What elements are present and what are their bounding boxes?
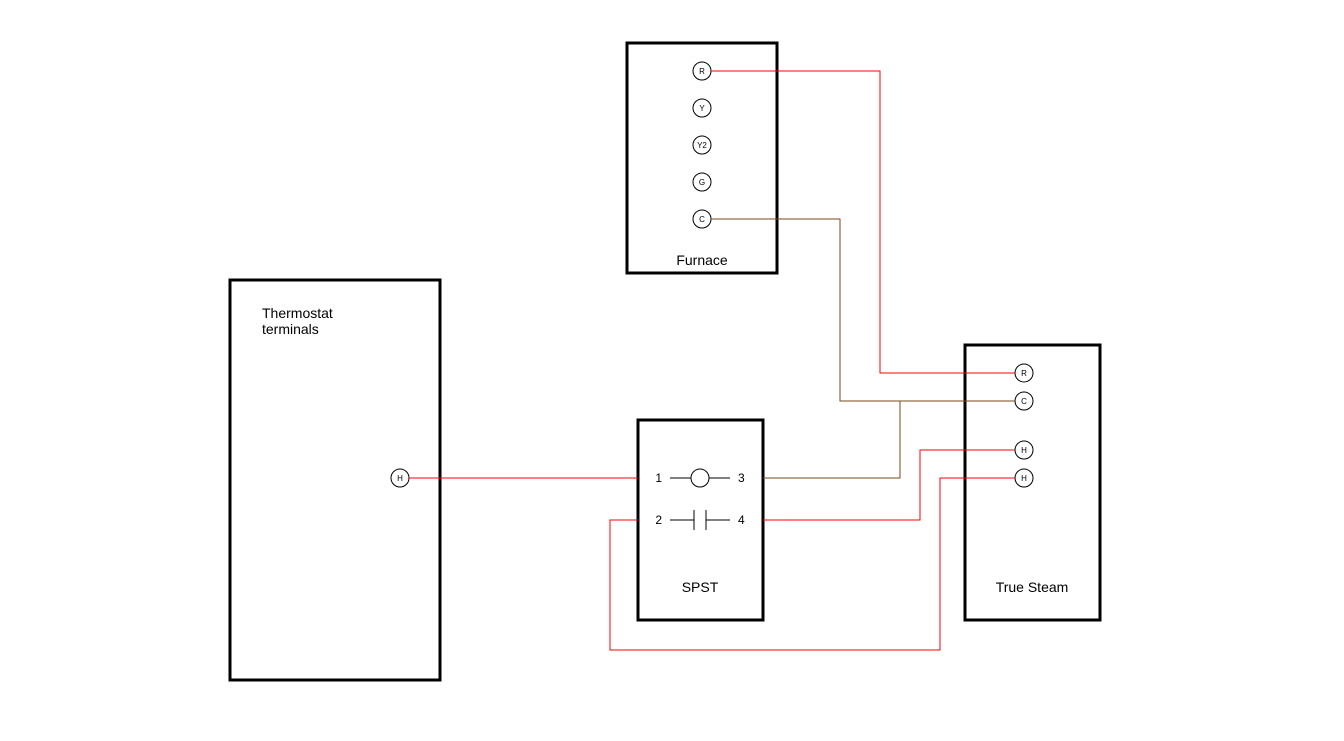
furnace-box — [627, 43, 777, 273]
wire-spst4-to-ts-h1 — [763, 450, 1015, 520]
furnace-terminal-c-label: C — [699, 215, 705, 224]
furnace-terminal-g-label: G — [699, 178, 705, 187]
spst-pin-3: 3 — [738, 471, 745, 485]
thermostat-label-line1: Thermostatterminals — [262, 305, 333, 337]
furnace-terminal-r-label: R — [699, 67, 705, 76]
wire-furnace-c-to-ts-c — [711, 219, 1015, 401]
furnace-terminal-y2-label: Y2 — [697, 141, 707, 150]
truesteam-terminal-h1-label: H — [1021, 446, 1027, 455]
wire-spst2-to-ts-h2 — [610, 478, 1015, 650]
spst-label: SPST — [682, 579, 719, 595]
truesteam-label: True Steam — [996, 579, 1069, 595]
thermostat-terminal-h-label: H — [397, 474, 403, 483]
spst-pin-2: 2 — [655, 513, 662, 527]
spst-pin-1: 1 — [655, 471, 662, 485]
wiring-diagram: Thermostatterminals H Furnace R Y Y2 G C… — [0, 0, 1344, 741]
spst-pin-4: 4 — [738, 513, 745, 527]
furnace-terminal-y-label: Y — [699, 104, 705, 113]
furnace-label: Furnace — [676, 252, 728, 268]
wire-furnace-r-to-ts-r — [711, 71, 1015, 373]
truesteam-terminal-c-label: C — [1021, 397, 1027, 406]
spst-coil — [691, 469, 709, 487]
furnace-terminals: R Y Y2 G C — [693, 62, 711, 228]
truesteam-terminal-h2-label: H — [1021, 474, 1027, 483]
wire-spst3-to-c-bus — [763, 401, 900, 478]
truesteam-terminals: R C H H — [1015, 364, 1033, 487]
truesteam-terminal-r-label: R — [1021, 369, 1027, 378]
